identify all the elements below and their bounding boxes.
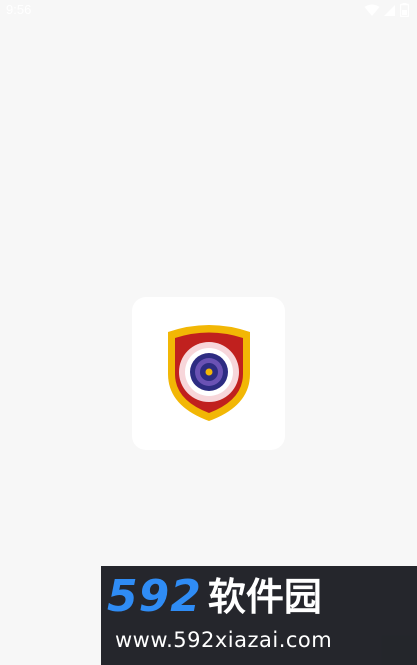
wifi-icon	[364, 4, 380, 22]
watermark-banner: 592 软件园 www.592xiazai.com	[101, 566, 417, 665]
watermark-brand-text: 软件园	[207, 575, 322, 619]
shield-target-logo	[168, 325, 250, 421]
status-bar: 9:56	[0, 0, 417, 22]
battery-icon	[399, 3, 410, 22]
watermark-url: www.592xiazai.com	[115, 628, 333, 652]
status-time: 9:56	[6, 2, 32, 17]
signal-icon	[384, 4, 396, 22]
splash-logo-card	[132, 297, 285, 450]
watermark-brand: 592 软件园	[107, 572, 322, 622]
watermark-brand-number: 592	[107, 571, 202, 622]
status-icons	[364, 3, 410, 22]
